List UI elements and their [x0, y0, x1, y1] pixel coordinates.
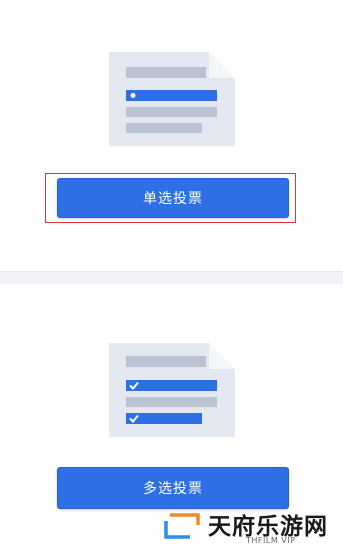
doc-line: [126, 107, 217, 117]
doc-checked-option: [126, 380, 217, 391]
document-single-choice-icon: [109, 52, 235, 146]
doc-line: [126, 123, 202, 133]
highlight-annotation-box: [45, 173, 296, 223]
doc-line: [126, 397, 217, 407]
site-watermark: 天府乐游网 THFILM VIP: [162, 505, 343, 548]
site-logo-icon: [164, 513, 200, 539]
watermark-subtitle: THFILM VIP: [246, 536, 296, 545]
single-vote-section: 单选投票: [0, 0, 343, 271]
section-divider: [0, 271, 343, 284]
doc-selected-option: [126, 90, 217, 101]
multi-vote-button[interactable]: 多选投票: [57, 467, 289, 509]
radio-dot-icon: [130, 93, 136, 98]
doc-line: [126, 356, 206, 367]
multi-vote-label: 多选投票: [143, 481, 203, 497]
document-multi-choice-icon: [109, 343, 235, 437]
doc-checked-option: [126, 413, 202, 424]
doc-line: [126, 67, 206, 78]
